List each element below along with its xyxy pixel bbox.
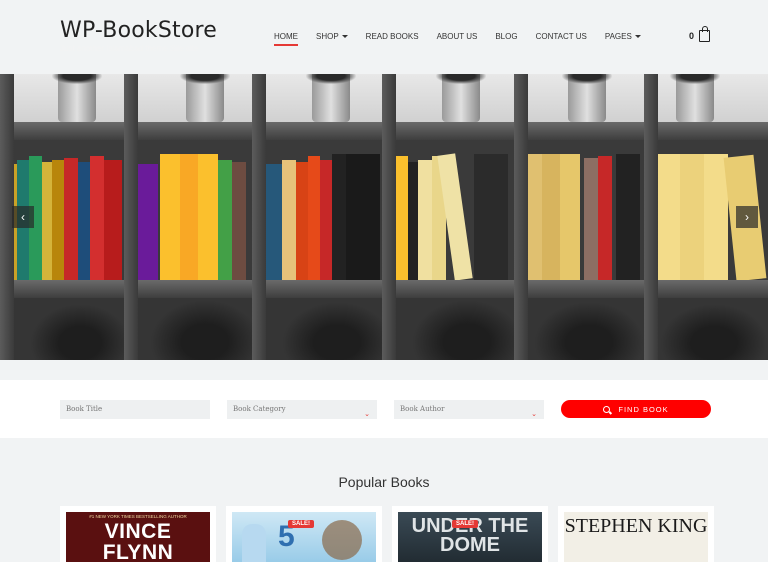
nav-item-label: Contact Us (535, 32, 587, 41)
find-book-button[interactable]: FIND BOOK (561, 400, 711, 418)
cover-text: #1 NEW YORK TIMES BESTSELLING AUTHOR (89, 514, 187, 519)
shelf-divider (124, 74, 138, 360)
nav-item-label: Home (274, 32, 298, 41)
character-illustration (242, 524, 266, 562)
book-cover-image: #1 NEW YORK TIMES BESTSELLING AUTHOR VIN… (66, 512, 210, 562)
book-group (396, 151, 516, 281)
shelf-divider (644, 74, 658, 360)
book-group (526, 151, 646, 280)
select-value: Book Author (400, 405, 445, 413)
shelf-divider (514, 74, 528, 360)
cart-button[interactable]: 0 (689, 26, 711, 42)
cart-count: 0 (689, 31, 695, 41)
book-title-input[interactable] (60, 400, 210, 419)
caret-down-icon (341, 35, 348, 39)
book-group (264, 151, 388, 280)
plant-pot-image (562, 74, 612, 122)
nav-item-about-us[interactable]: About Us (437, 32, 478, 46)
plant-image (150, 300, 260, 360)
slider-next-button[interactable]: › (736, 206, 758, 228)
chevron-down-icon: ⌄ (531, 410, 537, 418)
hero-slider: ‹ › (0, 74, 768, 360)
nav-item-label: Pages (604, 32, 632, 41)
book-card[interactable]: #1 NEW YORK TIMES BESTSELLING AUTHOR VIN… (60, 506, 216, 562)
sale-badge: SALE! (452, 520, 478, 528)
find-book-label: FIND BOOK (618, 404, 669, 414)
chevron-left-icon: ‹ (21, 210, 25, 224)
plant-pot-image (670, 74, 720, 122)
shelf-divider (252, 74, 266, 360)
plant-pot-image (52, 74, 102, 122)
chevron-down-icon: ⌄ (364, 410, 370, 418)
sale-badge: SALE! (288, 520, 314, 528)
nav-item-label: About Us (436, 32, 478, 41)
plant-image (282, 302, 392, 360)
plant-pot-image (436, 74, 486, 122)
plant-pot-image (180, 74, 230, 122)
chevron-right-icon: › (745, 210, 749, 224)
shelf-divider (382, 74, 396, 360)
plant-pot-image (306, 74, 356, 122)
nav-item-label: Shop (316, 32, 339, 41)
nav-item-shop[interactable]: Shop (316, 32, 348, 46)
book-group (138, 151, 256, 280)
site-title[interactable]: WP-BookStore (60, 18, 217, 43)
nav-item-read-books[interactable]: Read Books (366, 32, 419, 46)
site-header: WP-BookStore Just another Islamabad them… (0, 0, 768, 74)
nav-item-home[interactable]: Home (274, 32, 298, 46)
nav-item-label: Read Books (365, 32, 419, 41)
book-card[interactable]: UNDER THE DOME SALE! (392, 506, 548, 562)
shopping-bag-icon (699, 26, 711, 42)
book-cover-image: STEPHEN KING (564, 512, 708, 562)
site-tagline: Just another Islamabad theme Site site (60, 44, 199, 53)
reindeer-illustration (322, 520, 362, 560)
plant-image (534, 302, 644, 360)
search-icon (603, 405, 611, 413)
nav-item-pages[interactable]: Pages (605, 32, 641, 46)
main-nav: Home Shop Read Books About Us Blog Conta… (274, 32, 659, 46)
plant-image (660, 304, 768, 360)
slider-prev-button[interactable]: ‹ (12, 206, 34, 228)
plant-image (30, 304, 130, 360)
caret-down-icon (634, 35, 641, 39)
select-value: Book Category (233, 405, 286, 413)
book-card[interactable]: STEPHEN KING (558, 506, 714, 562)
nav-item-blog[interactable]: Blog (495, 32, 517, 46)
nav-item-label: Blog (495, 32, 518, 41)
nav-item-contact-us[interactable]: Contact Us (536, 32, 587, 46)
book-author-select[interactable]: Book Author ⌄ (394, 400, 544, 419)
cover-text: VINCE FLYNN (102, 520, 174, 562)
book-card[interactable]: 5 SALE! (226, 506, 382, 562)
plant-image (412, 300, 522, 360)
section-title: Popular Books (338, 474, 430, 490)
cover-text: STEPHEN KING (564, 515, 708, 537)
book-category-select[interactable]: Book Category ⌄ (227, 400, 377, 419)
